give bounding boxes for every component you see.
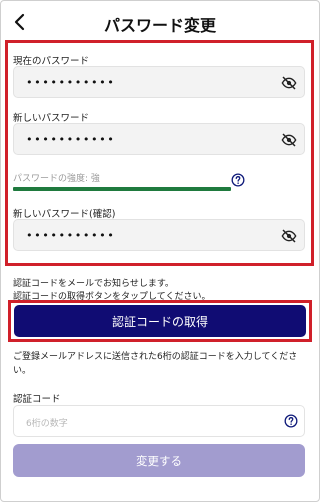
confirm-password-label: 新しいパスワード(確認)	[13, 209, 116, 220]
submit-button[interactable]: 変更する	[13, 444, 305, 477]
current-password-value: •••••••••••	[26, 76, 116, 89]
new-password-field[interactable]: •••••••••••	[13, 123, 305, 155]
eye-slash-icon[interactable]	[281, 75, 297, 91]
get-code-button[interactable]: 認証コードの取得	[14, 305, 306, 337]
code-info-line-1: 認証コードをメールでお知らせします。	[13, 279, 174, 289]
password-strength-label: パスワードの強度: 強	[13, 174, 100, 184]
question-circle-icon[interactable]	[284, 414, 298, 428]
new-password-label: 新しいパスワード	[13, 113, 90, 124]
current-password-field[interactable]: •••••••••••	[13, 66, 305, 98]
verification-code-placeholder: 6桁の数字	[26, 419, 68, 429]
page-title: パスワード変更	[103, 16, 216, 35]
verification-code-field[interactable]: 6桁の数字	[13, 405, 305, 437]
eye-slash-icon[interactable]	[281, 132, 297, 148]
new-password-value: •••••••••••	[26, 133, 116, 146]
code-description: ご登録メールアドレスに送信された6桁の認証コードを入力してください。	[13, 352, 298, 376]
confirm-password-field[interactable]: •••••••••••	[13, 219, 305, 251]
question-circle-icon[interactable]	[231, 173, 245, 187]
current-password-label: 現在のパスワード	[13, 56, 90, 67]
verification-code-label: 認証コード	[13, 394, 61, 405]
eye-slash-icon[interactable]	[281, 228, 297, 244]
password-strength-bar	[13, 187, 231, 191]
confirm-password-value: •••••••••••	[26, 229, 116, 242]
